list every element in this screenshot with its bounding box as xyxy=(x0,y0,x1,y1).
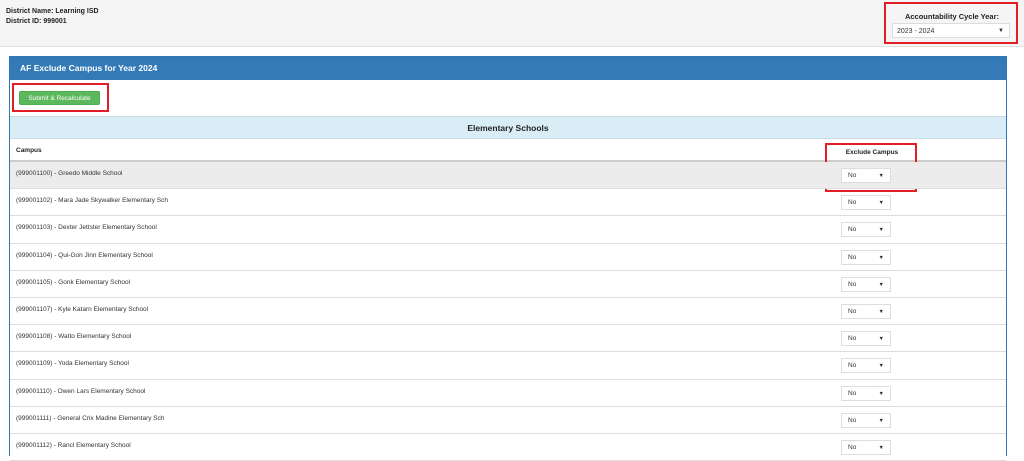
exclude-value: No xyxy=(848,335,857,343)
exclude-value: No xyxy=(848,307,857,315)
exclude-value: No xyxy=(848,199,857,207)
exclude-campus-panel: AF Exclude Campus for Year 2024 Submit &… xyxy=(9,56,1007,461)
campus-name: (999001111) - General Crix Madine Elemen… xyxy=(16,414,165,422)
district-id: District ID: 999001 xyxy=(6,17,67,25)
caret-down-icon: ▼ xyxy=(878,227,884,234)
campus-name: (999001109) - Yoda Elementary School xyxy=(16,360,129,368)
table-row: (999001104) - Qui-Gon Jinn Elementary Sc… xyxy=(10,244,1006,271)
exclude-campus-select[interactable]: No ▼ xyxy=(841,249,891,265)
campus-name: (999001107) - Kyle Katarn Elementary Sch… xyxy=(16,305,149,313)
campus-name: (999001104) - Qui-Gon Jinn Elementary Sc… xyxy=(16,251,153,259)
table-row: (999001107) - Kyle Katarn Elementary Sch… xyxy=(10,298,1006,326)
campus-name: (999001102) - Mara Jade Skywalker Elemen… xyxy=(16,197,168,205)
cycle-year-select[interactable]: 2023 - 2024 ▼ xyxy=(892,23,1010,38)
exclude-campus-select[interactable]: No ▼ xyxy=(841,331,891,347)
panel-title: AF Exclude Campus for Year 2024 xyxy=(10,57,1006,80)
caret-down-icon: ▼ xyxy=(878,173,884,179)
exclude-campus-select[interactable]: No ▼ xyxy=(841,168,891,183)
table-row: (999001108) - Watto Elementary School No… xyxy=(10,325,1006,353)
caret-down-icon: ▼ xyxy=(998,28,1004,34)
submit-recalculate-button[interactable]: Submit & Recalculate xyxy=(19,91,100,105)
submit-highlight: Submit & Recalculate xyxy=(12,83,109,112)
campus-name: (999001110) - Owen Lars Elementary Schoo… xyxy=(16,387,146,395)
exclude-value: No xyxy=(848,226,857,234)
section-title: Elementary Schools xyxy=(10,116,1006,139)
exclude-campus-select[interactable]: No ▼ xyxy=(841,195,891,211)
caret-down-icon: ▼ xyxy=(878,200,884,207)
exclude-campus-select[interactable]: No ▼ xyxy=(841,439,891,455)
cycle-year-highlight: Accountability Cycle Year: 2023 - 2024 ▼ xyxy=(884,2,1018,44)
exclude-column-header: Exclude Campus xyxy=(845,149,899,156)
caret-down-icon: ▼ xyxy=(878,281,884,288)
table-row: (999001103) - Dexter Jettster Elementary… xyxy=(10,216,1006,244)
district-info: District Name: Learning ISD District ID:… xyxy=(6,7,99,26)
table-row: (999001109) - Yoda Elementary School No ▼ xyxy=(10,352,1006,380)
campus-name: (999001103) - Dexter Jettster Elementary… xyxy=(16,224,157,232)
campus-name: (999001108) - Watto Elementary School xyxy=(16,333,132,341)
campus-table-body: (999001100) - Greedo Middle School No ▼ (… xyxy=(10,162,1006,461)
exclude-campus-select[interactable]: No ▼ xyxy=(841,358,891,374)
exclude-value: No xyxy=(848,172,857,179)
exclude-campus-select[interactable]: No ▼ xyxy=(841,412,891,428)
exclude-value: No xyxy=(848,280,857,288)
cycle-year-value: 2023 - 2024 xyxy=(897,28,935,35)
caret-down-icon: ▼ xyxy=(878,336,884,343)
exclude-campus-select[interactable]: No ▼ xyxy=(841,385,891,401)
caret-down-icon: ▼ xyxy=(878,254,884,261)
campus-name: (999001100) - Greedo Middle School xyxy=(16,170,123,177)
exclude-value: No xyxy=(848,253,857,261)
exclude-campus-select[interactable]: No ▼ xyxy=(841,276,891,292)
exclude-value: No xyxy=(848,389,857,397)
table-row: (999001110) - Owen Lars Elementary Schoo… xyxy=(10,380,1006,407)
caret-down-icon: ▼ xyxy=(878,308,884,315)
caret-down-icon: ▼ xyxy=(878,390,884,397)
campus-name: (999001105) - Gonk Elementary School xyxy=(16,278,131,286)
district-header: District Name: Learning ISD District ID:… xyxy=(0,0,1024,47)
district-name: District Name: Learning ISD xyxy=(6,8,99,15)
table-row: (999001105) - Gonk Elementary School No ▼ xyxy=(10,271,1006,298)
caret-down-icon: ▼ xyxy=(878,363,884,370)
table-row: (999001112) - Rancl Elementary School No… xyxy=(10,434,1006,461)
exclude-value: No xyxy=(848,443,857,451)
exclude-value: No xyxy=(848,362,857,370)
exclude-value: No xyxy=(848,416,857,424)
caret-down-icon: ▼ xyxy=(878,417,884,424)
campus-column-header: Campus xyxy=(16,147,42,154)
cycle-year-label: Accountability Cycle Year: xyxy=(904,12,1000,21)
exclude-campus-select[interactable]: No ▼ xyxy=(841,303,891,319)
table-row: (999001111) - General Crix Madine Elemen… xyxy=(10,407,1006,434)
exclude-campus-select[interactable]: No ▼ xyxy=(841,222,891,238)
table-row: (999001102) - Mara Jade Skywalker Elemen… xyxy=(10,189,1006,217)
table-row: (999001100) - Greedo Middle School No ▼ xyxy=(10,162,1006,190)
